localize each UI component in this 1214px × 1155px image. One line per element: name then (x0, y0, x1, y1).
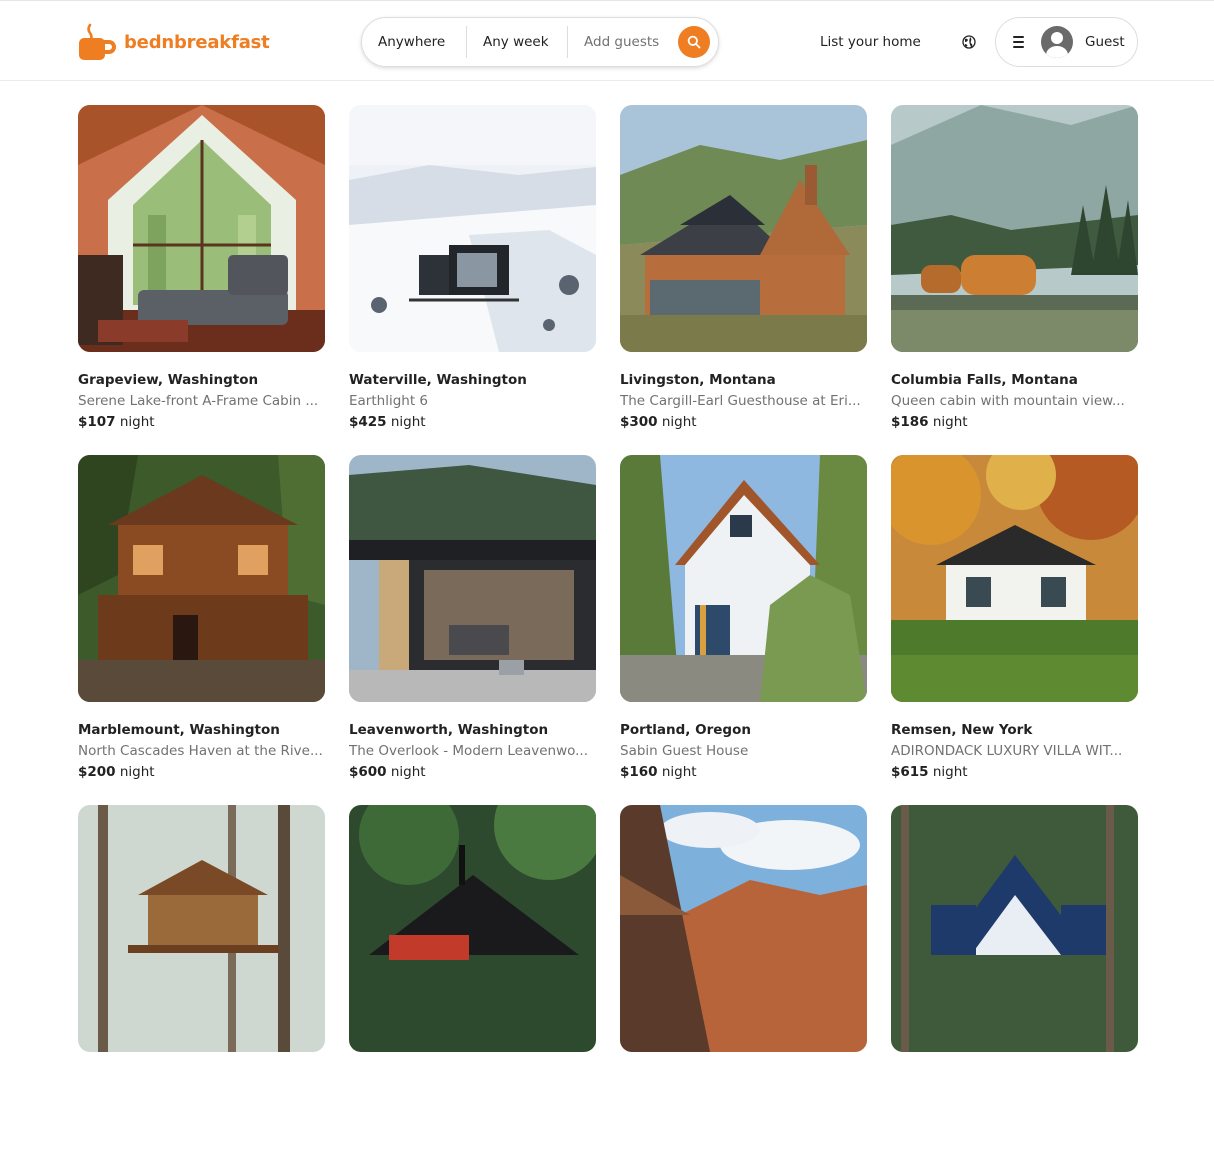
language-button[interactable] (952, 24, 986, 60)
listing-location: Portland, Oregon (620, 722, 751, 738)
listing-price: $300 (620, 414, 658, 430)
user-label: Guest (1085, 34, 1125, 50)
listing-location: Livingston, Montana (620, 372, 776, 388)
listing-photo[interactable] (891, 455, 1138, 702)
listing-photo[interactable] (891, 805, 1138, 1052)
listing-price-unit: night (390, 414, 426, 430)
listing-location: Leavenworth, Washington (349, 722, 549, 738)
listing-price: $160 (620, 764, 658, 780)
listing-location: Grapeview, Washington (78, 372, 259, 388)
listing-card[interactable]: Waterville, Washington Earthlight 6 $425… (349, 105, 596, 455)
listing-photo[interactable] (620, 105, 867, 352)
hamburger-icon (1013, 36, 1027, 48)
avatar (1041, 26, 1073, 58)
listing-price: $615 (891, 764, 929, 780)
user-menu-button[interactable]: Guest (995, 17, 1138, 67)
listing-title: North Cascades Haven at the Rive... (78, 743, 323, 759)
listing-price-unit: night (661, 414, 697, 430)
listing-photo[interactable] (891, 105, 1138, 352)
search-guests[interactable]: Add guests (568, 18, 678, 66)
listing-photo[interactable] (620, 805, 867, 1052)
listing-card[interactable] (78, 805, 325, 1155)
search-where[interactable]: Anywhere (362, 18, 466, 66)
listing-photo[interactable] (620, 455, 867, 702)
brand-name: bednbreakfast (124, 31, 270, 53)
listing-title: Serene Lake-front A-Frame Cabin ... (78, 393, 319, 409)
top-header: bednbreakfast Anywhere Any week Add gues… (0, 0, 1214, 81)
listing-card[interactable] (349, 805, 596, 1155)
globe-icon (962, 35, 976, 49)
listing-price-line: $300 night (620, 414, 867, 430)
listing-photo[interactable] (78, 105, 325, 352)
listing-price-line: $615 night (891, 764, 1138, 780)
listing-title: ADIRONDACK LUXURY VILLA WIT... (891, 743, 1123, 759)
listing-photo[interactable] (78, 455, 325, 702)
listing-price-unit: night (932, 414, 968, 430)
listing-title: The Overlook - Modern Leavenwo... (349, 743, 589, 759)
search-bar[interactable]: Anywhere Any week Add guests (361, 17, 719, 67)
search-icon (687, 35, 701, 49)
listing-price-unit: night (119, 764, 155, 780)
coffee-mug-icon (79, 23, 116, 60)
listing-price-unit: night (661, 764, 697, 780)
listing-card[interactable]: Portland, Oregon Sabin Guest House $160 … (620, 455, 867, 805)
search-button[interactable] (678, 26, 710, 58)
listing-card[interactable]: Marblemount, Washington North Cascades H… (78, 455, 325, 805)
listing-price-line: $425 night (349, 414, 596, 430)
listing-card[interactable]: Grapeview, Washington Serene Lake-front … (78, 105, 325, 455)
listing-price-line: $200 night (78, 764, 325, 780)
listing-price-line: $186 night (891, 414, 1138, 430)
listing-title: The Cargill-Earl Guesthouse at Eri... (620, 393, 861, 409)
listing-card[interactable]: Livingston, Montana The Cargill-Earl Gue… (620, 105, 867, 455)
listings-grid: Grapeview, Washington Serene Lake-front … (78, 105, 1138, 1155)
list-your-home-link[interactable]: List your home (806, 24, 935, 60)
listing-card[interactable] (620, 805, 867, 1155)
listing-photo[interactable] (78, 805, 325, 1052)
listing-location: Waterville, Washington (349, 372, 527, 388)
listing-price-unit: night (390, 764, 426, 780)
listing-card[interactable]: Columbia Falls, Montana Queen cabin with… (891, 105, 1138, 455)
listing-price-unit: night (119, 414, 155, 430)
listing-price: $425 (349, 414, 387, 430)
listing-card[interactable] (891, 805, 1138, 1155)
listing-price-line: $160 night (620, 764, 867, 780)
listing-price-line: $600 night (349, 764, 596, 780)
listing-title: Queen cabin with mountain view... (891, 393, 1125, 409)
listing-card[interactable]: Remsen, New York ADIRONDACK LUXURY VILLA… (891, 455, 1138, 805)
listing-photo[interactable] (349, 105, 596, 352)
listing-title: Sabin Guest House (620, 743, 749, 759)
listing-title: Earthlight 6 (349, 393, 429, 409)
listing-card[interactable]: Leavenworth, Washington The Overlook - M… (349, 455, 596, 805)
brand-logo[interactable]: bednbreakfast (78, 23, 270, 61)
listing-price: $200 (78, 764, 116, 780)
listing-price-line: $107 night (78, 414, 325, 430)
listing-price-unit: night (932, 764, 968, 780)
listing-location: Marblemount, Washington (78, 722, 280, 738)
listing-price: $107 (78, 414, 116, 430)
listing-location: Columbia Falls, Montana (891, 372, 1078, 388)
listing-price: $186 (891, 414, 929, 430)
listing-price: $600 (349, 764, 387, 780)
listing-location: Remsen, New York (891, 722, 1033, 738)
listing-photo[interactable] (349, 455, 596, 702)
listing-photo[interactable] (349, 805, 596, 1052)
search-when[interactable]: Any week (467, 18, 567, 66)
